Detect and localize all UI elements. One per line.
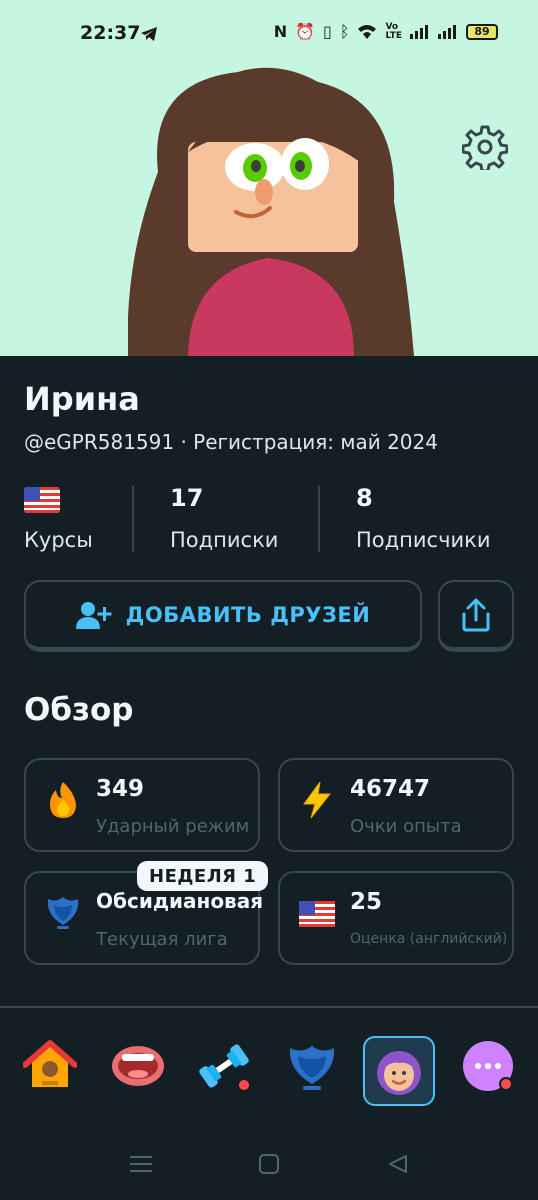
profile-handle: @eGPR581591 · Регистрация: май 2024 xyxy=(24,430,438,454)
battery-indicator: 89 xyxy=(466,23,498,40)
share-button[interactable] xyxy=(438,580,514,652)
stat-followers[interactable]: 8 Подписчики xyxy=(356,484,490,552)
volte-icon: Vo LTE xyxy=(385,21,402,41)
share-icon xyxy=(462,598,490,631)
stats-divider xyxy=(318,486,320,552)
profile-name: Ирина xyxy=(24,380,140,418)
xp-value: 46747 xyxy=(350,776,431,802)
home-icon xyxy=(23,1040,77,1087)
stat-following-value: 17 xyxy=(170,484,204,512)
us-flag-icon xyxy=(299,901,335,927)
status-time: 22:37 xyxy=(80,22,141,44)
overview-title: Обзор xyxy=(24,692,134,728)
home-button-icon[interactable] xyxy=(259,1154,279,1174)
xp-card[interactable]: 46747 Очки опыта xyxy=(278,758,514,852)
profile-stats: Курсы 17 Подписки 8 Подписчики xyxy=(24,484,514,554)
score-card[interactable]: 25 Оценка (английский) xyxy=(278,871,514,965)
nav-speaking[interactable] xyxy=(110,1038,166,1094)
us-flag-icon xyxy=(24,487,60,513)
stat-following-label: Подписки xyxy=(170,528,279,552)
flame-icon xyxy=(50,782,76,818)
stat-courses-label: Курсы xyxy=(24,528,93,552)
xp-label: Очки опыта xyxy=(350,816,462,837)
streak-label: Ударный режим xyxy=(96,816,250,837)
stat-courses[interactable]: Курсы xyxy=(24,484,93,552)
stat-followers-value: 8 xyxy=(356,484,373,512)
nav-leaderboard[interactable] xyxy=(284,1038,340,1094)
league-week-badge: НЕДЕЛЯ 1 xyxy=(137,861,269,891)
streak-card[interactable]: 349 Ударный режим xyxy=(24,758,260,852)
more-icon xyxy=(463,1041,513,1091)
signal-icon-2 xyxy=(438,24,456,39)
add-friends-label: ДОБАВИТЬ ДРУЗЕЙ xyxy=(125,602,371,627)
vibrate-icon: ▯ xyxy=(323,22,332,41)
profile-avatar[interactable] xyxy=(128,62,414,356)
nav-practice[interactable] xyxy=(196,1038,252,1094)
bluetooth-icon: ᛒ xyxy=(339,22,350,41)
wifi-icon xyxy=(358,24,377,39)
profile-avatar-icon xyxy=(377,1051,421,1095)
bottom-nav xyxy=(0,1008,538,1118)
gear-icon[interactable] xyxy=(462,124,508,170)
status-bar: 22:37 N ⏰ ▯ ᛒ Vo LTE 89 xyxy=(0,0,538,68)
stat-following[interactable]: 17 Подписки xyxy=(170,484,278,552)
profile-header: 22:37 N ⏰ ▯ ᛒ Vo LTE 89 xyxy=(0,0,538,356)
telegram-icon xyxy=(141,27,157,41)
system-nav-bar xyxy=(0,1130,538,1200)
score-label: Оценка (английский) xyxy=(350,931,508,947)
streak-value: 349 xyxy=(96,776,145,802)
obsidian-shield-icon xyxy=(289,1046,335,1090)
status-icons: N ⏰ ▯ ᛒ Vo LTE 89 xyxy=(274,22,498,41)
nav-home[interactable] xyxy=(22,1038,78,1094)
nfc-icon: N xyxy=(273,22,288,41)
back-icon[interactable] xyxy=(388,1154,408,1174)
obsidian-shield-icon xyxy=(47,897,79,929)
lightning-icon xyxy=(303,781,332,819)
add-person-icon xyxy=(75,601,112,629)
add-friends-button[interactable]: ДОБАВИТЬ ДРУЗЕЙ xyxy=(24,580,422,652)
dumbbell-icon xyxy=(199,1044,249,1090)
nav-more[interactable] xyxy=(460,1038,516,1094)
stats-divider xyxy=(132,486,134,552)
league-label: Текущая лига xyxy=(96,929,228,950)
mouth-icon xyxy=(112,1046,164,1086)
menu-icon[interactable] xyxy=(130,1154,152,1174)
score-value: 25 xyxy=(350,889,383,915)
nav-profile[interactable] xyxy=(363,1036,435,1106)
alarm-icon: ⏰ xyxy=(295,22,316,41)
signal-icon xyxy=(410,24,428,39)
league-value: Обсидиановая xyxy=(96,889,264,913)
stat-followers-label: Подписчики xyxy=(356,528,491,552)
